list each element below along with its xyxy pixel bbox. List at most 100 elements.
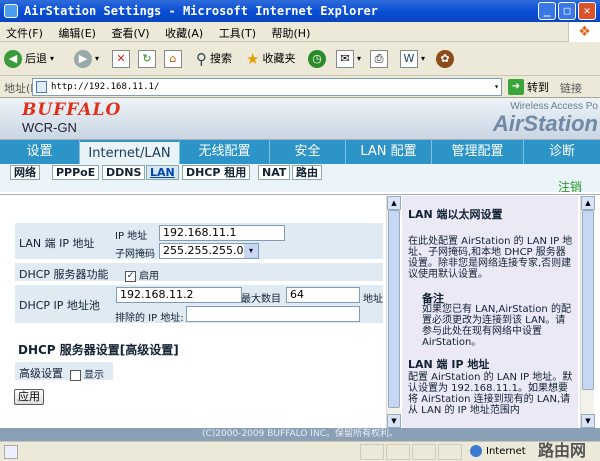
apply-button[interactable]: 应用 <box>14 389 44 405</box>
subtab-dhcp-lease[interactable]: DHCP 租用 <box>182 165 251 180</box>
subtab-network[interactable]: 网络 <box>10 165 40 180</box>
toolbar: ◀ 后退 ▾ ▶ ▾ ✕ ↻ ⌂ ⚲ 搜索 ★ 收藏夹 ◷ ✉ ▾ ⎙ W ▾ ✿ <box>0 42 600 76</box>
dhcp-enable-checkbox[interactable]: ✓ 启用 <box>125 267 159 282</box>
scroll-down-icon[interactable]: ▼ <box>387 414 401 428</box>
back-dropdown-icon: ▾ <box>50 54 55 63</box>
address-bar: 地址(D) http://192.168.11.1/ ▾ ➜ 转到 链接 <box>0 76 600 98</box>
exclude-input[interactable] <box>186 306 360 322</box>
copyright-footer: (C)2000-2009 BUFFALO INC。保留所有权利。 <box>0 428 600 441</box>
history-button[interactable]: ◷ <box>308 47 326 71</box>
ie-icon <box>4 4 18 18</box>
minimize-button[interactable]: _ <box>538 2 556 20</box>
divider <box>0 194 600 195</box>
subnet-mask-label: 子网掩码 <box>115 249 155 260</box>
favorites-label: 收藏夹 <box>262 52 296 65</box>
menu-favorites[interactable]: 收藏(A) <box>159 22 209 44</box>
status-cell <box>438 444 462 460</box>
subtab-pppoe[interactable]: PPPoE <box>52 165 100 180</box>
status-cell <box>360 444 384 460</box>
tab-setup[interactable]: 设置 <box>0 140 80 164</box>
help-scrollbar[interactable]: ▲ ▼ <box>580 196 595 428</box>
page-viewport: BUFFALO WCR-GN Wireless Access Po AirSta… <box>0 98 600 441</box>
subnet-mask-value: 255.255.255.0 <box>163 244 244 257</box>
home-icon: ⌂ <box>164 50 182 68</box>
mail-button[interactable]: ✉ ▾ <box>336 47 361 71</box>
back-label: 后退 <box>25 52 47 65</box>
globe-icon <box>470 445 482 457</box>
form-scrollbar[interactable]: ▲ ▼ <box>386 196 401 428</box>
help-panel: LAN 端以太网设置 在此处配置 AirStation 的 LAN IP 地址、… <box>402 196 578 428</box>
page-done-icon <box>4 445 18 459</box>
dropdown-icon: ▾ <box>244 244 258 258</box>
show-advanced-checkbox[interactable]: 显示 <box>70 366 104 381</box>
messenger-button[interactable]: ✿ <box>436 47 454 71</box>
subnet-mask-select[interactable]: 255.255.255.0 ▾ <box>159 243 259 259</box>
subtab-lan[interactable]: LAN <box>146 165 179 180</box>
print-button[interactable]: ⎙ <box>370 47 388 71</box>
pool-max-input[interactable]: 64 <box>286 287 360 303</box>
links-button[interactable]: 链接 <box>560 80 582 96</box>
help-scroll-down-icon[interactable]: ▼ <box>581 414 595 428</box>
forward-dropdown-icon: ▾ <box>95 54 100 63</box>
subtab-route[interactable]: 路由 <box>292 165 322 180</box>
settings-form: LAN 端 IP 地址 IP 地址 子网掩码 192.168.11.1 255.… <box>8 196 386 428</box>
zone-label: Internet <box>486 445 526 457</box>
messenger-icon: ✿ <box>436 50 454 68</box>
advanced-section-title: DHCP 服务器设置[高级设置] <box>18 343 179 357</box>
back-arrow-icon: ◀ <box>4 50 22 68</box>
page-icon <box>36 81 47 93</box>
subtab-nat[interactable]: NAT <box>258 165 291 180</box>
refresh-button[interactable]: ↻ <box>138 47 156 71</box>
exclude-label: 排除的 IP 地址: <box>115 313 184 324</box>
main-tabs: 设置 Internet/LAN 无线配置 安全 LAN 配置 管理配置 诊断 <box>0 140 600 164</box>
menu-tools[interactable]: 工具(T) <box>213 22 262 44</box>
window-titlebar: AirStation Settings - Microsoft Internet… <box>0 0 600 22</box>
menu-view[interactable]: 查看(V) <box>105 22 155 44</box>
edit-button[interactable]: W ▾ <box>400 47 425 71</box>
maximize-button[interactable]: □ <box>558 2 576 20</box>
tab-security[interactable]: 安全 <box>270 140 346 164</box>
help-note-text: 如果您已有 LAN,AirStation 的配置必须更改为连接到该 LAN。请参… <box>422 304 571 348</box>
close-button[interactable]: ✕ <box>578 2 596 20</box>
stop-icon: ✕ <box>112 50 130 68</box>
pool-start-input[interactable]: 192.168.11.2 <box>116 287 242 303</box>
mail-dropdown-icon: ▾ <box>357 54 362 63</box>
subtab-ddns[interactable]: DDNS <box>102 165 146 180</box>
address-input[interactable]: http://192.168.11.1/ ▾ <box>32 78 502 96</box>
address-dropdown-icon[interactable]: ▾ <box>494 79 499 95</box>
tab-internet-lan[interactable]: Internet/LAN <box>80 140 180 164</box>
forward-button[interactable]: ▶ ▾ <box>74 47 99 71</box>
dhcp-pool-label: DHCP IP 地址池 <box>19 299 100 312</box>
help-scroll-up-icon[interactable]: ▲ <box>581 196 595 210</box>
stop-button[interactable]: ✕ <box>112 47 130 71</box>
dhcp-function-row: DHCP 服务器功能 ✓ 启用 <box>14 262 384 282</box>
help-scroll-thumb[interactable] <box>582 210 594 390</box>
tab-lan-config[interactable]: LAN 配置 <box>346 140 432 164</box>
star-icon: ★ <box>246 50 260 68</box>
windows-logo-icon: ❖ <box>568 22 600 42</box>
edit-dropdown-icon: ▾ <box>421 54 426 63</box>
buffalo-logo: BUFFALO <box>22 100 122 120</box>
menu-edit[interactable]: 编辑(E) <box>52 22 102 44</box>
logout-link[interactable]: 注销 <box>558 178 582 195</box>
search-label: 搜索 <box>210 52 232 65</box>
scroll-thumb[interactable] <box>388 210 400 408</box>
go-button[interactable]: ➜ 转到 <box>508 79 549 95</box>
menu-file[interactable]: 文件(F) <box>0 22 49 44</box>
scroll-up-icon[interactable]: ▲ <box>387 196 401 210</box>
go-arrow-icon: ➜ <box>508 79 524 95</box>
watermark: 路由网 <box>538 441 587 460</box>
ip-address-input[interactable]: 192.168.11.1 <box>159 225 285 241</box>
home-button[interactable]: ⌂ <box>164 47 182 71</box>
pool-max-label: 最大数目 <box>241 294 281 305</box>
tab-diagnostics[interactable]: 诊断 <box>524 140 600 164</box>
favorites-button[interactable]: ★ 收藏夹 <box>246 47 295 71</box>
mail-icon: ✉ <box>336 50 354 68</box>
search-button[interactable]: ⚲ 搜索 <box>196 47 232 71</box>
menu-help[interactable]: 帮助(H) <box>266 22 317 44</box>
refresh-icon: ↻ <box>138 50 156 68</box>
tab-admin[interactable]: 管理配置 <box>432 140 524 164</box>
tab-wireless[interactable]: 无线配置 <box>180 140 270 164</box>
checkbox-checked-icon: ✓ <box>125 270 136 282</box>
back-button[interactable]: ◀ 后退 ▾ <box>4 47 54 71</box>
